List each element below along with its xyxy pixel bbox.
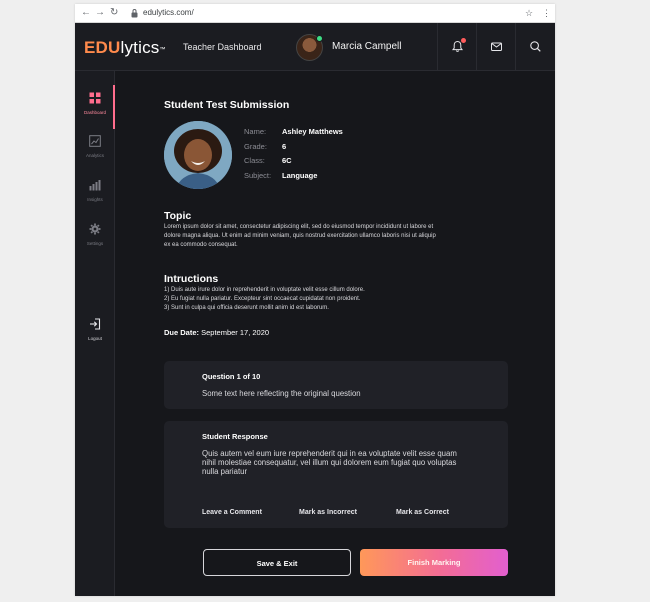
sidebar-item-settings[interactable]: Settings <box>75 216 115 260</box>
finish-marking-button[interactable]: Finish Marking <box>360 549 508 576</box>
back-arrow-icon[interactable]: ← <box>81 7 91 19</box>
mark-correct-link[interactable]: Mark as Correct <box>396 508 449 518</box>
forward-arrow-icon[interactable]: → <box>95 7 105 19</box>
question-text: Some text here reflecting the original q… <box>202 389 361 398</box>
lock-icon <box>131 9 138 18</box>
bookmark-star-icon[interactable]: ☆ <box>525 7 533 19</box>
sidebar-item-analytics[interactable]: Analytics <box>75 128 115 172</box>
sidebar-item-insights[interactable]: Insights <box>75 172 115 216</box>
user-name[interactable]: Marcia Campell <box>332 41 401 53</box>
browser-menu-icon[interactable]: ⋮ <box>542 7 551 19</box>
sidebar-item-label: Dashboard <box>83 110 106 115</box>
info-name: Name: Ashley Matthews <box>244 127 343 136</box>
search-button[interactable] <box>515 23 554 70</box>
save-exit-button[interactable]: Save & Exit <box>203 549 351 576</box>
notification-badge <box>461 38 466 43</box>
sidebar-item-label: Settings <box>86 241 104 246</box>
response-heading: Student Response <box>202 432 268 441</box>
messages-button[interactable] <box>476 23 515 70</box>
search-icon <box>530 41 541 52</box>
question-card: Question 1 of 10 Some text here reflecti… <box>164 361 508 409</box>
mark-incorrect-link[interactable]: Mark as Incorrect <box>299 508 357 518</box>
page-title: Student Test Submission <box>164 99 290 111</box>
topic-body: Lorem ipsum dolor sit amet, consectetur … <box>164 224 436 248</box>
dashboard-grid-icon <box>89 92 101 104</box>
edulytics-logo[interactable]: EDUlytics™ <box>84 38 166 58</box>
student-info: Name: Ashley Matthews Grade: 6 Class: 6C Su… <box>244 127 343 185</box>
browser-toolbar: ← → ↻ edulytics.com/ ☆ ⋮ <box>75 4 555 23</box>
mail-icon <box>491 42 502 51</box>
analytics-chart-icon <box>89 135 101 147</box>
online-status-indicator <box>316 35 323 42</box>
leave-comment-link[interactable]: Leave a Comment <box>202 508 262 518</box>
instruction-item: 1) Duis aute irure dolor in reprehenderi… <box>164 287 365 293</box>
sidebar-item-label: Analytics <box>85 153 104 158</box>
instructions-heading: Intructions <box>164 273 219 285</box>
question-number: Question 1 of 10 <box>202 372 261 381</box>
dashboard-title: Teacher Dashboard <box>183 42 262 52</box>
sidebar: Dashboard Analytics Insights Settings Lo… <box>75 71 115 596</box>
sidebar-item-label: Insights <box>87 197 103 202</box>
info-class: Class: 6C <box>244 156 292 165</box>
sidebar-item-dashboard[interactable]: Dashboard <box>75 85 115 129</box>
reload-icon[interactable]: ↻ <box>110 7 118 19</box>
info-subject: Subject: Language <box>244 170 318 180</box>
app-header: EDUlytics™ Teacher Dashboard Marcia Camp… <box>75 23 555 71</box>
response-card: Student Response Quis autem vel eum iure… <box>164 421 508 528</box>
due-date: Due Date: September 17, 2020 <box>164 328 270 337</box>
info-grade: Grade: 6 <box>244 141 287 151</box>
gear-icon <box>89 223 101 235</box>
app-window: ← → ↻ edulytics.com/ ☆ ⋮ EDUlytics™ Teac… <box>75 4 555 596</box>
insights-bars-icon <box>89 180 101 191</box>
instruction-item: 3) Sunt in culpa qui officia deserunt mo… <box>164 304 329 311</box>
topic-heading: Topic <box>164 210 192 222</box>
response-text: Quis autem vel eum iure reprehenderit qu… <box>202 449 457 476</box>
notifications-button[interactable] <box>437 23 476 70</box>
logout-icon <box>90 318 101 330</box>
main-content: Student Test Submission Name: Ashley Matt… <box>116 71 555 596</box>
sidebar-item-label: Logout <box>88 336 102 341</box>
student-photo <box>164 121 232 189</box>
address-bar[interactable]: edulytics.com/ <box>143 7 194 19</box>
sidebar-item-logout[interactable]: Logout <box>75 311 115 355</box>
instruction-item: 2) Eu fugiat nulla pariatur. Excepteur s… <box>164 295 361 302</box>
instructions-list: 1) Duis aute irure dolor in reprehenderi… <box>164 286 464 312</box>
